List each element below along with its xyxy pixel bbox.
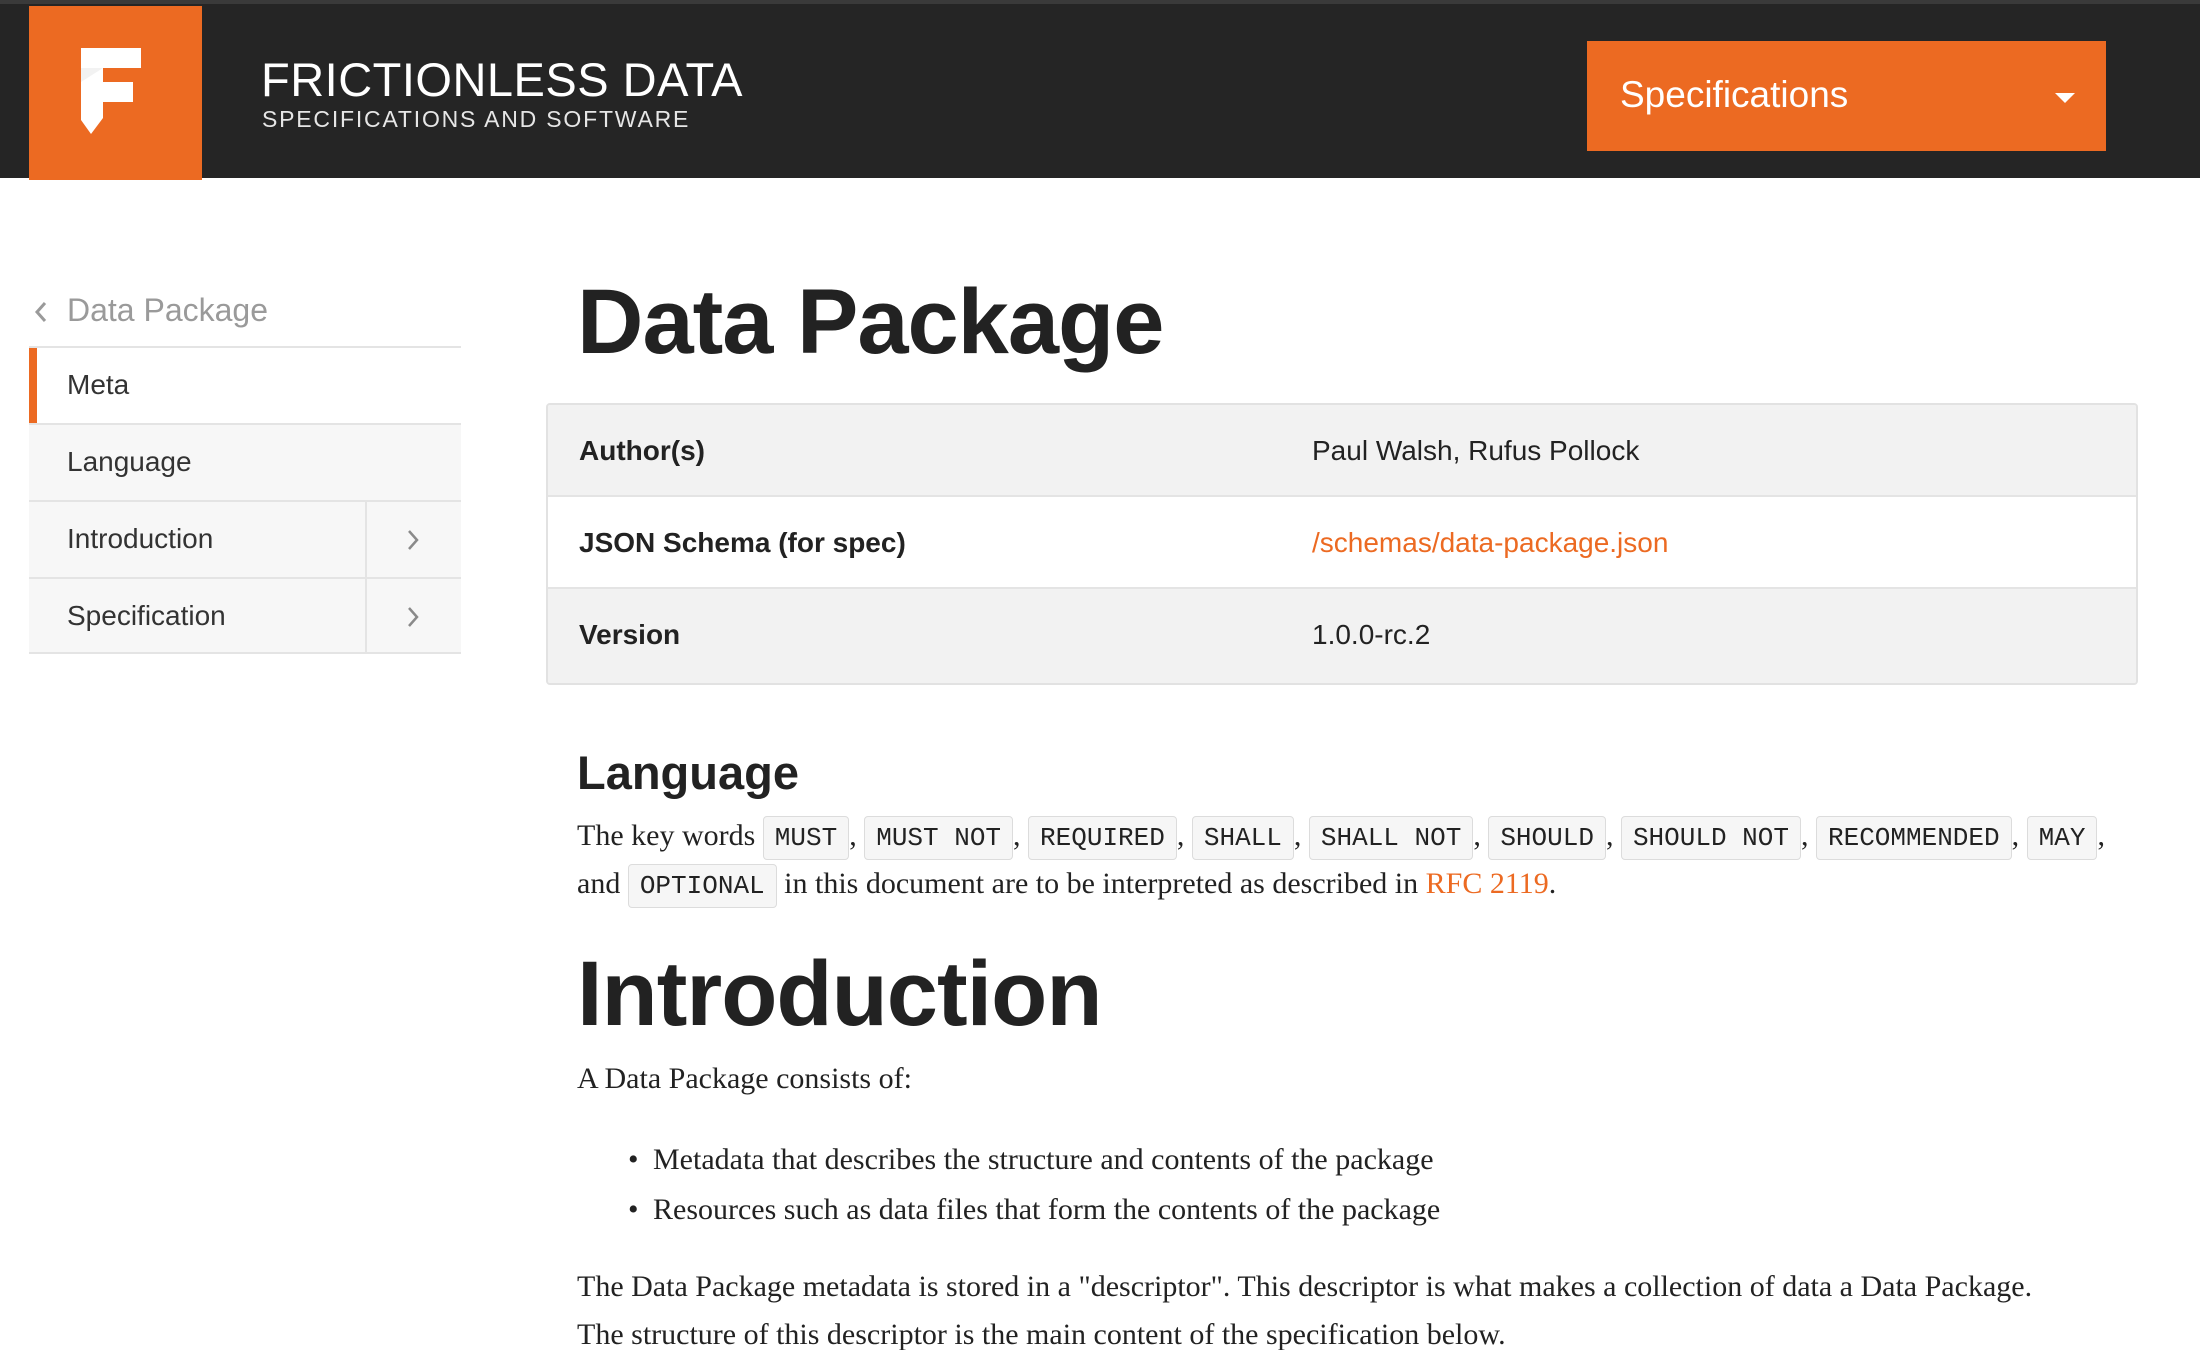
meta-key: JSON Schema (for spec) [579,527,906,558]
meta-row-authors: Author(s) Paul Walsh, Rufus Pollock [548,405,2136,497]
keyword-code: REQUIRED [1028,816,1177,861]
sidebar-item-specification[interactable]: Specification [29,577,461,654]
sidebar-item-label: Introduction [67,523,214,554]
meta-key: Version [579,619,681,650]
descriptor-paragraph-line-2: The structure of this descriptor is the … [577,1318,1506,1350]
language-heading: Language [577,746,799,799]
expand-specification-button[interactable] [365,579,461,652]
language-and: and [577,867,621,900]
sidebar-item-language[interactable]: Language [29,423,461,500]
keyword-code: SHOULD [1488,816,1606,861]
sidebar-back-link[interactable]: Data Package [29,286,461,346]
chevron-right-icon [408,530,419,550]
descriptor-paragraph-line-1: The Data Package metadata is stored in a… [577,1270,2033,1303]
sidebar-menu: Meta Language Introduction Specification [29,346,461,654]
language-paragraph-line-1: The key words MUST, MUST NOT, REQUIRED, … [577,813,2105,861]
introduction-list: Metadata that describes the structure an… [628,1140,1440,1240]
list-item: Metadata that describes the structure an… [628,1140,1440,1190]
language-paragraph-line-2: and OPTIONAL in this document are to be … [577,861,1557,909]
sidebar-item-label: Specification [67,600,226,631]
keyword-code: SHALL NOT [1308,816,1474,861]
language-prefix: The key words [577,819,756,852]
introduction-heading: Introduction [577,943,1103,1045]
json-schema-link[interactable]: /schemas/data-package.json [1312,527,1668,559]
list-item: Resources such as data files that form t… [628,1190,1440,1240]
meta-value: Paul Walsh, Rufus Pollock [1312,435,1640,466]
sidebar-item-meta[interactable]: Meta [29,346,461,423]
rfc-2119-link[interactable]: RFC 2119 [1426,867,1549,900]
chevron-right-icon [408,607,419,627]
meta-row-json-schema: JSON Schema (for spec) /schemas/data-pac… [548,497,2136,589]
specifications-dropdown-label: Specifications [1620,74,1849,115]
frictionless-logo-icon [81,48,141,134]
meta-row-version: Version 1.0.0-rc.2 [548,589,2136,683]
keyword-code: MUST [762,816,850,861]
keyword-code: MUST NOT [864,816,1014,861]
meta-key: Author(s) [579,435,705,466]
sidebar-item-label: Language [67,446,192,477]
brand-title[interactable]: FRICTIONLESS DATA [261,52,743,107]
chevron-left-icon [34,302,47,322]
sidebar-item-introduction[interactable]: Introduction [29,500,461,577]
brand-subtitle: SPECIFICATIONS AND SOFTWARE [262,106,691,132]
expand-introduction-button[interactable] [365,502,461,577]
sidebar-back-label: Data Package [67,292,269,328]
keyword-code: RECOMMENDED [1815,816,2012,861]
meta-value: 1.0.0-rc.2 [1312,619,1431,650]
site-logo[interactable] [29,6,202,180]
meta-table: Author(s) Paul Walsh, Rufus Pollock JSON… [546,403,2138,685]
language-middle: in this document are to be interpreted a… [784,867,1419,900]
sidebar-item-label: Meta [67,369,130,400]
caret-down-icon [2055,93,2075,103]
specifications-dropdown[interactable]: Specifications [1587,41,2106,151]
keyword-code: OPTIONAL [627,864,777,909]
introduction-lead: A Data Package consists of: [577,1062,912,1095]
keyword-code: MAY [2026,816,2098,861]
page-title: Data Package [577,271,1164,373]
keyword-code: SHALL [1191,816,1294,861]
site-header: FRICTIONLESS DATA SPECIFICATIONS AND SOF… [0,4,2200,180]
keyword-code: SHOULD NOT [1620,816,1801,861]
language-end: . [1548,867,1557,900]
